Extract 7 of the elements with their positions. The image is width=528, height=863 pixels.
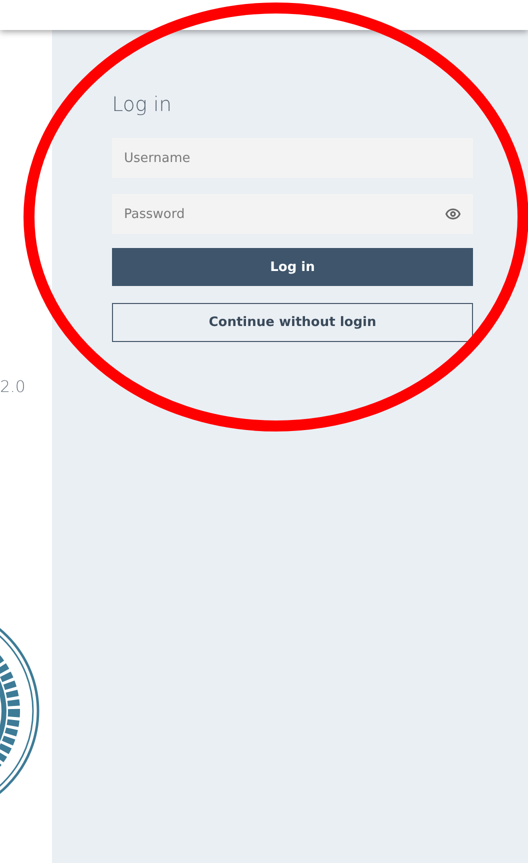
password-field[interactable]: Password (112, 194, 473, 234)
username-field[interactable]: Username (112, 138, 473, 178)
login-title: Log in (112, 92, 173, 116)
version-text: 2.0 (0, 377, 26, 396)
login-button[interactable]: Log in (112, 248, 473, 286)
continue-without-login-button[interactable]: Continue without login (112, 303, 473, 342)
eye-icon[interactable] (445, 206, 461, 222)
